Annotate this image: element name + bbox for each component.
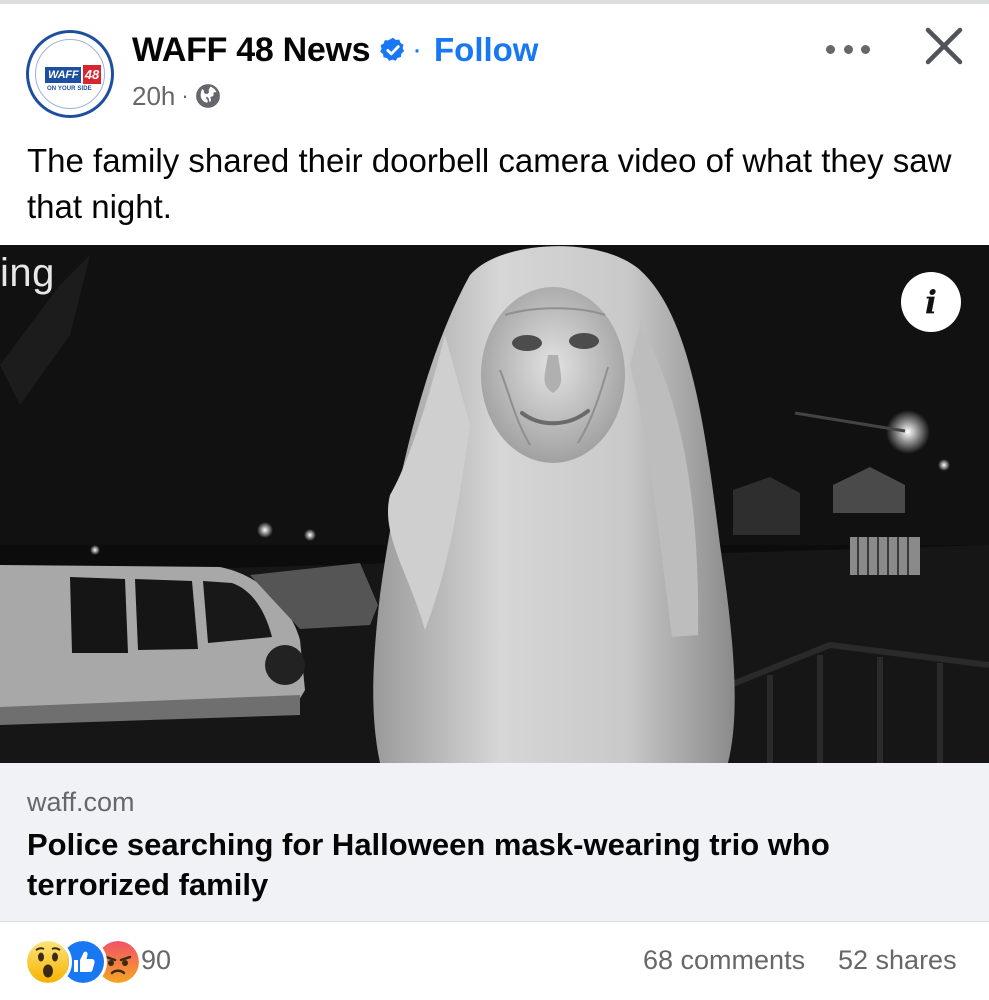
- comments-count-link[interactable]: 68 comments: [643, 941, 805, 979]
- page-name-link[interactable]: WAFF 48 News: [132, 28, 371, 72]
- page-avatar[interactable]: WAFF 48 ON YOUR SIDE: [26, 30, 114, 118]
- meta-separator: ·: [181, 83, 189, 108]
- post-caption: The family shared their doorbell camera …: [27, 142, 952, 225]
- link-title[interactable]: Police searching for Halloween mask-wear…: [27, 825, 927, 905]
- verified-badge-icon: [380, 37, 405, 61]
- reaction-icons[interactable]: [24, 938, 142, 986]
- post-image[interactable]: ing i: [0, 245, 989, 763]
- globe-icon: [195, 84, 220, 108]
- wow-reaction-icon: [24, 938, 72, 986]
- more-dot: [826, 44, 835, 54]
- link-domain: waff.com: [27, 787, 135, 817]
- follow-button[interactable]: Follow: [434, 28, 538, 72]
- close-icon[interactable]: [922, 24, 966, 68]
- info-icon: i: [924, 283, 938, 321]
- top-border: [0, 0, 989, 4]
- info-button[interactable]: i: [901, 272, 961, 332]
- reaction-count[interactable]: 90: [141, 941, 171, 979]
- shares-count-link[interactable]: 52 shares: [838, 941, 957, 979]
- logo-tagline: ON YOUR SIDE: [47, 86, 92, 92]
- divider: [0, 921, 989, 922]
- logo-number: 48: [83, 65, 101, 84]
- header-separator: ·: [412, 33, 422, 66]
- ring-watermark: ing: [0, 251, 55, 295]
- doorbell-camera-scene: [0, 245, 989, 763]
- more-options-button[interactable]: [826, 42, 870, 56]
- logo-word: WAFF: [45, 67, 82, 83]
- post-timestamp[interactable]: 20h: [132, 81, 175, 112]
- avatar-logo: WAFF 48 ON YOUR SIDE: [35, 39, 105, 109]
- more-dot: [843, 44, 853, 54]
- more-dot: [861, 44, 870, 54]
- post-meta: 20h ·: [132, 78, 221, 114]
